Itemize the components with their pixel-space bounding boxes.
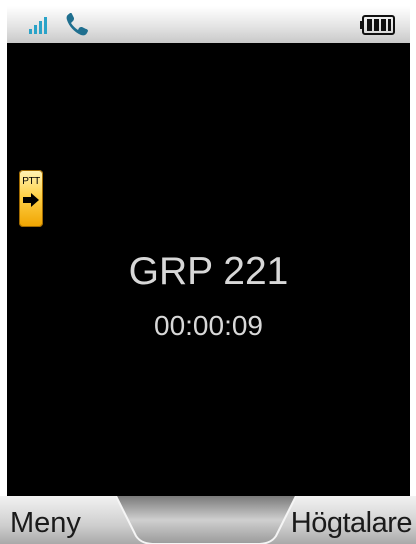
- menu-softkey[interactable]: Meny: [10, 506, 81, 540]
- ptt-label: PTT: [22, 176, 40, 187]
- phone-display: PTT GRP 221 00:00:09 Meny Högtalare: [0, 0, 416, 544]
- softkey-bar: Meny Högtalare: [0, 496, 416, 544]
- status-bar: [7, 6, 410, 43]
- speaker-softkey[interactable]: Högtalare: [291, 506, 413, 540]
- signal-bars-icon: [29, 15, 51, 35]
- softkey-divider: [116, 496, 296, 544]
- phone-handset-icon: [64, 12, 90, 38]
- talkgroup-name: GRP 221: [128, 250, 289, 293]
- call-duration: 00:00:09: [154, 310, 263, 341]
- call-screen: PTT GRP 221 00:00:09: [7, 6, 410, 496]
- battery-full-icon: [360, 15, 396, 35]
- ptt-indicator: PTT: [19, 170, 43, 227]
- arrow-right-icon: [22, 192, 40, 213]
